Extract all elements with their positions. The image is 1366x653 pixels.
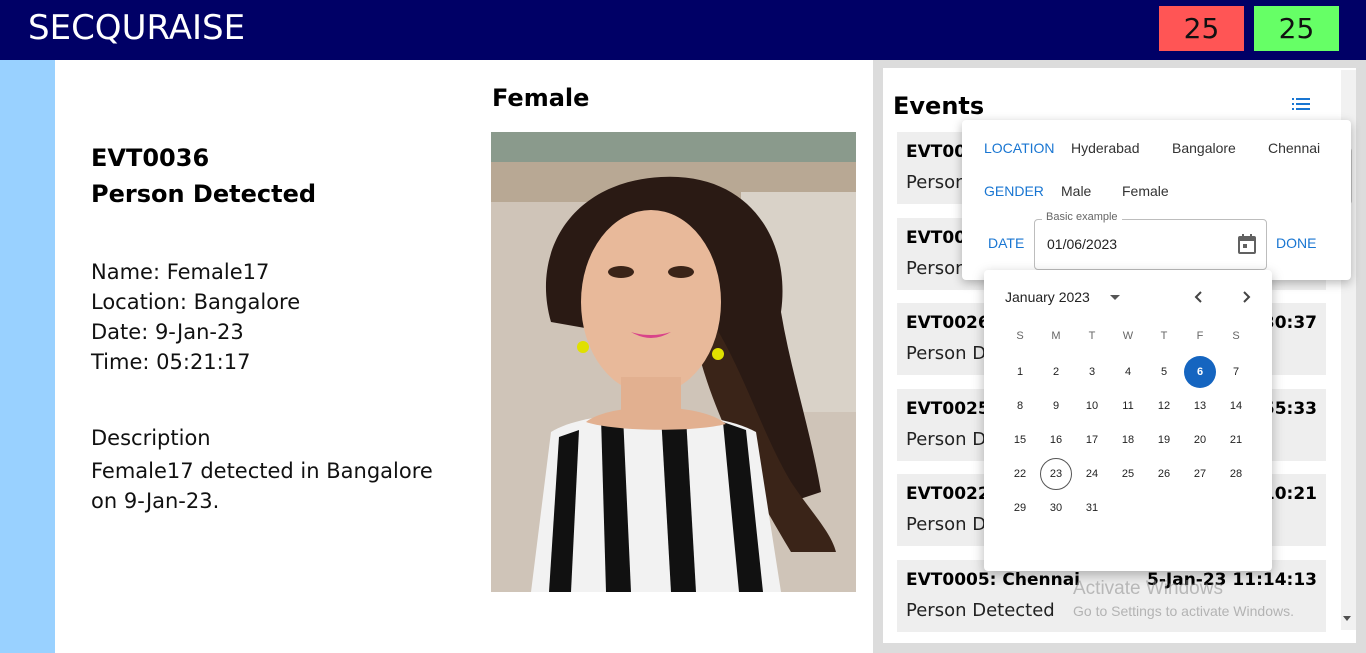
event-item-type: Person Detected: [906, 600, 1055, 621]
location-filter-label[interactable]: LOCATION: [984, 140, 1055, 156]
calendar-day[interactable]: 17: [1076, 424, 1108, 456]
event-location-line: Location: Bangalore: [91, 290, 301, 314]
app-window: SECQURAISE 25 25 EVT0036 Person Detected…: [0, 0, 1366, 653]
list-icon[interactable]: [1292, 96, 1310, 110]
event-time-line: Time: 05:21:17: [91, 350, 251, 374]
weekday-header: F: [1196, 330, 1204, 342]
calendar-day[interactable]: 15: [1004, 424, 1036, 456]
weekday-header: T: [1160, 330, 1168, 342]
description-title: Description: [91, 426, 211, 450]
calendar-day[interactable]: 14: [1220, 390, 1252, 422]
event-item-title: EVT0026: [906, 313, 990, 333]
weekday-header: S: [1016, 330, 1024, 342]
event-item-type: Person D: [906, 514, 987, 535]
calendar-day[interactable]: 21: [1220, 424, 1252, 456]
calendar-day[interactable]: 31: [1076, 492, 1108, 524]
calendar-day[interactable]: 4: [1112, 356, 1144, 388]
activate-windows-hint: Go to Settings to activate Windows.: [1073, 603, 1294, 619]
calendar-day[interactable]: 20: [1184, 424, 1216, 456]
event-item-title: EVT0022: [906, 484, 990, 504]
weekday-header: W: [1122, 330, 1134, 342]
calendar-day[interactable]: 9: [1040, 390, 1072, 422]
calendar-day[interactable]: 16: [1040, 424, 1072, 456]
calendar-day[interactable]: 29: [1004, 492, 1036, 524]
top-bar: SECQURAISE 25 25: [0, 0, 1366, 60]
event-item-type: Person D: [906, 343, 987, 364]
event-item-title: EVT0025: [906, 399, 990, 419]
event-item-title: EVT00: [906, 228, 967, 248]
calendar-day[interactable]: 5: [1148, 356, 1180, 388]
event-item-type: Person: [906, 258, 967, 279]
event-item-title: EVT00: [906, 142, 967, 162]
weekday-header: T: [1088, 330, 1096, 342]
calendar-day[interactable]: 13: [1184, 390, 1216, 422]
brand-title: SECQURAISE: [28, 8, 246, 48]
location-option-chennai[interactable]: Chennai: [1268, 140, 1320, 156]
event-type-heading: Person Detected: [91, 180, 317, 208]
next-month-icon[interactable]: [1236, 287, 1256, 307]
filter-popover: LOCATION Hyderabad Bangalore Chennai GEN…: [962, 120, 1351, 280]
left-sidebar-strip: [0, 60, 55, 653]
date-picker-calendar: January 2023 S M T W T F S 1 2 3 4 5 6 7…: [984, 270, 1272, 571]
event-id-heading: EVT0036: [91, 144, 210, 172]
calendar-day-selected[interactable]: 6: [1184, 356, 1216, 388]
activate-windows-watermark: Activate Windows: [1073, 578, 1223, 599]
weekday-header: S: [1232, 330, 1240, 342]
calendar-day[interactable]: 25: [1112, 458, 1144, 490]
calendar-day[interactable]: 18: [1112, 424, 1144, 456]
event-name-line: Name: Female17: [91, 260, 270, 284]
calendar-day[interactable]: 27: [1184, 458, 1216, 490]
calendar-day[interactable]: 24: [1076, 458, 1108, 490]
person-photo: [491, 132, 856, 592]
gender-heading: Female: [492, 84, 590, 112]
scroll-down-arrow-icon[interactable]: [1343, 616, 1351, 621]
description-text: Female17 detected in Bangalore on 9-Jan-…: [91, 459, 433, 513]
calendar-day-today[interactable]: 23: [1040, 458, 1072, 490]
event-item-type: Person D: [906, 429, 987, 450]
calendar-day[interactable]: 19: [1148, 424, 1180, 456]
gender-option-female[interactable]: Female: [1122, 183, 1169, 199]
event-date-line: Date: 9-Jan-23: [91, 320, 244, 344]
calendar-day[interactable]: 7: [1220, 356, 1252, 388]
event-detail-panel: EVT0036 Person Detected Name: Female17 L…: [55, 60, 873, 653]
done-button[interactable]: DONE: [1276, 235, 1316, 251]
calendar-day[interactable]: 30: [1040, 492, 1072, 524]
alert-count-badge[interactable]: 25: [1159, 6, 1244, 51]
gender-filter-label[interactable]: GENDER: [984, 183, 1044, 199]
previous-month-icon[interactable]: [1189, 287, 1209, 307]
calendar-day[interactable]: 1: [1004, 356, 1036, 388]
calendar-month-label[interactable]: January 2023: [1005, 289, 1090, 305]
date-field-value[interactable]: 01/06/2023: [1047, 236, 1117, 252]
ok-count-badge[interactable]: 25: [1254, 6, 1339, 51]
location-option-hyderabad[interactable]: Hyderabad: [1071, 140, 1140, 156]
gender-option-male[interactable]: Male: [1061, 183, 1091, 199]
date-filter-label[interactable]: DATE: [988, 235, 1024, 251]
weekday-header: M: [1051, 330, 1061, 342]
calendar-day[interactable]: 28: [1220, 458, 1252, 490]
event-item-type: Person: [906, 172, 967, 193]
calendar-day[interactable]: 8: [1004, 390, 1036, 422]
calendar-day[interactable]: 3: [1076, 356, 1108, 388]
calendar-day[interactable]: 22: [1004, 458, 1036, 490]
location-option-bangalore[interactable]: Bangalore: [1172, 140, 1236, 156]
calendar-day[interactable]: 12: [1148, 390, 1180, 422]
events-title: Events: [893, 92, 985, 120]
date-field-label: Basic example: [1042, 211, 1122, 223]
calendar-icon[interactable]: [1238, 234, 1256, 254]
calendar-day[interactable]: 11: [1112, 390, 1144, 422]
calendar-day[interactable]: 2: [1040, 356, 1072, 388]
month-dropdown-caret-icon[interactable]: [1110, 295, 1120, 300]
calendar-day[interactable]: 26: [1148, 458, 1180, 490]
event-item-title: EVT0005: Chennai: [906, 570, 1081, 590]
calendar-day[interactable]: 10: [1076, 390, 1108, 422]
